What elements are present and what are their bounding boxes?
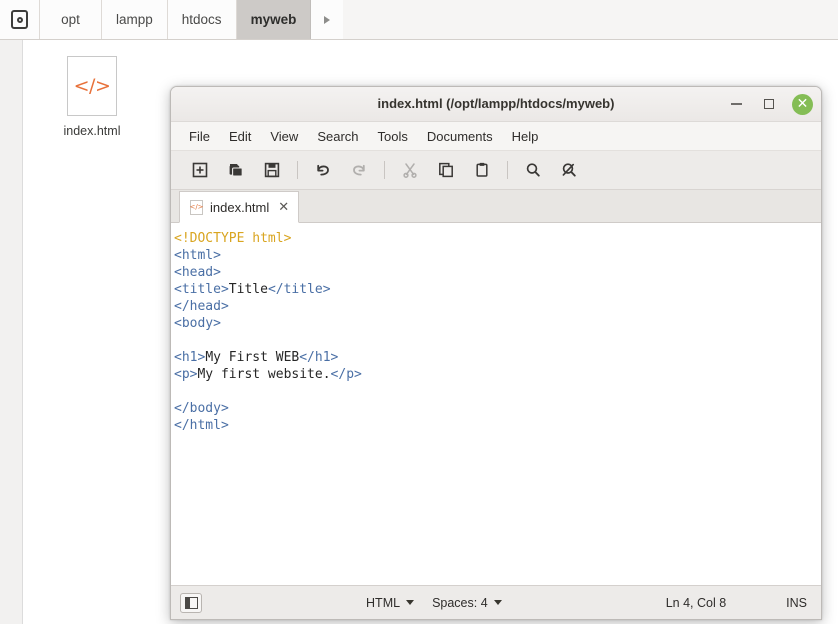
- tab-label: index.html: [210, 199, 270, 215]
- side-panel-toggle-button[interactable]: [180, 592, 202, 613]
- scissors-icon: [403, 163, 417, 178]
- paste-button[interactable]: [464, 155, 500, 185]
- toolbar-separator: [384, 161, 385, 179]
- code-token: </head>: [174, 299, 229, 314]
- undo-button[interactable]: [305, 155, 341, 185]
- tool-bar: [171, 151, 821, 190]
- breadcrumb-item-opt[interactable]: opt: [40, 0, 102, 39]
- chevron-down-icon: [493, 600, 502, 605]
- search-magnifier-icon: [526, 163, 540, 177]
- code-token: </title>: [267, 282, 331, 297]
- indentation-label: Spaces: 4: [432, 595, 488, 610]
- undo-arrow-icon: [317, 164, 329, 176]
- clipboard-icon: [476, 162, 488, 177]
- code-token: <p>: [174, 367, 198, 382]
- language-selector[interactable]: HTML: [366, 595, 415, 610]
- window-controls: ✕: [726, 87, 813, 121]
- breadcrumb-item-myweb[interactable]: myweb: [236, 0, 312, 39]
- text-editor-window: index.html (/opt/lampp/htdocs/myweb) ✕ F…: [170, 86, 822, 620]
- code-token: <title>: [174, 282, 229, 297]
- toolbar-separator: [507, 161, 508, 179]
- maximize-icon: [764, 99, 774, 109]
- code-token: My First WEB: [205, 350, 300, 365]
- close-button[interactable]: ✕: [792, 93, 813, 115]
- document-tab-bar: </> index.html ✕: [171, 190, 821, 223]
- redo-button[interactable]: [341, 155, 377, 185]
- copy-icon: [439, 162, 453, 178]
- code-token: Title: [228, 282, 268, 297]
- find-button[interactable]: [515, 155, 551, 185]
- menu-help[interactable]: Help: [504, 126, 547, 147]
- cut-button[interactable]: [392, 155, 428, 185]
- open-folder-icon: [229, 164, 243, 177]
- copy-button[interactable]: [428, 155, 464, 185]
- drive-icon: [11, 10, 28, 29]
- code-token: <html>: [174, 248, 221, 263]
- language-label: HTML: [366, 595, 401, 610]
- save-button[interactable]: [254, 155, 290, 185]
- menu-search[interactable]: Search: [309, 126, 366, 147]
- menu-edit[interactable]: Edit: [221, 126, 259, 147]
- toolbar-separator: [297, 161, 298, 179]
- code-editor-area[interactable]: <!DOCTYPE html> <html> <head> <title>Tit…: [171, 223, 821, 585]
- window-title: index.html (/opt/lampp/htdocs/myweb): [377, 96, 615, 111]
- minimize-button[interactable]: [726, 94, 746, 114]
- breadcrumb-next-button[interactable]: [311, 0, 344, 39]
- code-token: My first website.: [197, 367, 331, 382]
- close-icon[interactable]: ✕: [278, 201, 289, 214]
- redo-arrow-icon: [353, 164, 365, 176]
- chevron-right-icon: [324, 15, 331, 24]
- code-token: </html>: [174, 418, 229, 433]
- html-file-icon: </>: [189, 199, 204, 215]
- chevron-down-icon: [406, 600, 415, 605]
- menu-view[interactable]: View: [262, 126, 306, 147]
- code-token: <body>: [174, 316, 221, 331]
- file-item-label: index.html: [63, 124, 121, 138]
- code-token: </h1>: [299, 350, 339, 365]
- title-bar: index.html (/opt/lampp/htdocs/myweb) ✕: [171, 87, 821, 122]
- open-button[interactable]: [218, 155, 254, 185]
- cursor-position: Ln 4, Col 8: [665, 595, 727, 610]
- html-file-icon: </>: [67, 56, 117, 116]
- html-file-icon-glyph: </>: [73, 75, 111, 97]
- menu-bar: File Edit View Search Tools Documents He…: [171, 122, 821, 151]
- file-manager-sidebar: [0, 0, 23, 624]
- find-replace-icon: [562, 163, 576, 177]
- code-token: </p>: [330, 367, 362, 382]
- breadcrumb: opt lampp htdocs myweb: [0, 0, 838, 40]
- replace-button[interactable]: [551, 155, 587, 185]
- code-token: <head>: [174, 265, 221, 280]
- side-panel-toggle-icon: [184, 596, 198, 609]
- new-document-button[interactable]: [182, 155, 218, 185]
- insert-mode-indicator: INS: [786, 595, 807, 610]
- save-floppy-icon: [264, 162, 280, 178]
- close-icon: ✕: [796, 96, 809, 112]
- status-bar: HTML Spaces: 4 Ln 4, Col 8 INS: [171, 585, 821, 619]
- breadcrumb-item-lampp[interactable]: lampp: [102, 0, 168, 39]
- breadcrumb-item-htdocs[interactable]: htdocs: [167, 0, 237, 39]
- code-text[interactable]: <!DOCTYPE html> <html> <head> <title>Tit…: [171, 223, 821, 434]
- menu-file[interactable]: File: [181, 126, 218, 147]
- breadcrumb-device-button[interactable]: [0, 0, 40, 39]
- minimize-icon: [730, 103, 742, 105]
- tab-index-html[interactable]: </> index.html ✕: [179, 191, 300, 223]
- menu-documents[interactable]: Documents: [419, 126, 501, 147]
- maximize-button[interactable]: [759, 94, 779, 114]
- menu-tools[interactable]: Tools: [370, 126, 416, 147]
- code-token: <h1>: [174, 350, 206, 365]
- file-item-index-html[interactable]: </> index.html: [52, 56, 132, 138]
- code-token: </body>: [174, 401, 229, 416]
- code-token: <!DOCTYPE html>: [174, 231, 292, 246]
- new-document-icon: [192, 162, 208, 178]
- indentation-selector[interactable]: Spaces: 4: [432, 596, 502, 610]
